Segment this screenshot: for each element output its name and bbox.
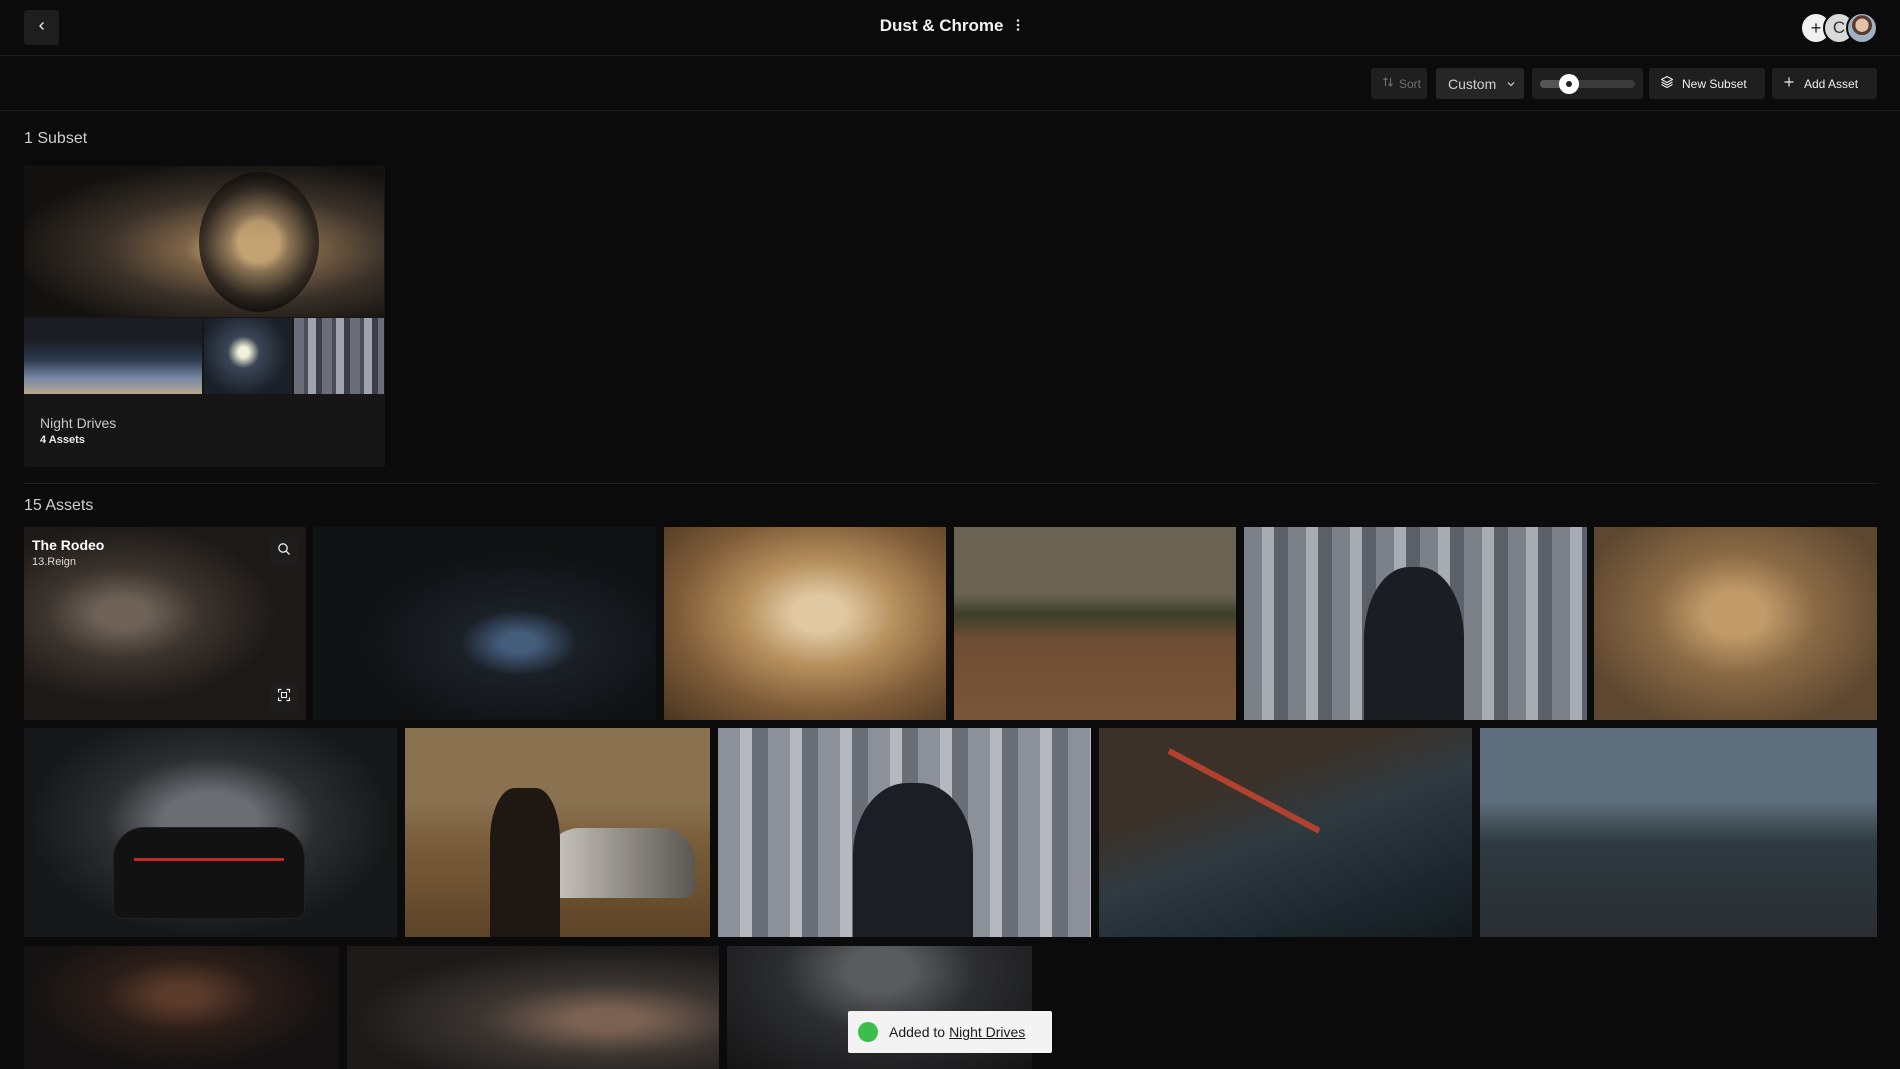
asset-tile[interactable] [1244, 527, 1587, 720]
add-asset-label: Add Asset [1804, 76, 1859, 91]
subset-thumbnail [294, 318, 384, 394]
asset-title: The Rodeo [32, 537, 105, 553]
asset-tile[interactable] [1594, 527, 1877, 720]
layers-icon [1660, 75, 1682, 92]
image-detail [545, 828, 695, 898]
top-bar: Dust & Chrome + C [0, 0, 1900, 56]
search-icon [277, 542, 291, 561]
asset-tile[interactable] [347, 946, 719, 1069]
page-title: Dust & Chrome [879, 16, 1004, 35]
asset-tile[interactable] [24, 946, 339, 1069]
add-asset-button[interactable]: Add Asset [1772, 68, 1877, 99]
subset-name: Night Drives [40, 415, 117, 431]
sort-order-value: Custom [1448, 75, 1497, 92]
image-detail [1364, 567, 1464, 720]
subset-thumbnail [204, 318, 292, 394]
asset-tile[interactable] [313, 527, 656, 720]
toast-subset-link[interactable]: Night Drives [949, 1024, 1025, 1040]
subset-card[interactable]: Night Drives 4 Assets [24, 166, 385, 467]
image-detail [134, 858, 284, 861]
plus-icon: + [1810, 17, 1822, 38]
image-detail [114, 828, 304, 918]
search-button[interactable] [270, 537, 298, 565]
asset-subtitle: 13.Reign [32, 556, 77, 568]
avatar-photo[interactable] [1846, 12, 1878, 44]
asset-tile[interactable] [405, 728, 710, 937]
subsets-heading: 1 Subset [24, 130, 88, 147]
subset-cover-image [24, 166, 384, 317]
toolbar: Sort Custom New Subset Add Asset [0, 57, 1900, 111]
page-title-wrap: Dust & Chrome [0, 16, 1900, 37]
collaborators: + C [1800, 12, 1878, 44]
asset-tile[interactable]: The Rodeo 13.Reign [24, 527, 306, 720]
image-detail [853, 783, 973, 937]
sort-order-select[interactable]: Custom [1436, 68, 1524, 99]
asset-tile[interactable] [954, 527, 1236, 720]
zoom-slider-track[interactable] [1540, 74, 1635, 94]
zoom-slider[interactable] [1532, 68, 1643, 99]
chevron-down-icon [1496, 76, 1516, 92]
more-options-icon[interactable] [1016, 17, 1020, 37]
zoom-slider-handle[interactable] [1558, 74, 1579, 94]
subset-asset-count: 4 Assets [40, 434, 85, 446]
subset-thumbnail [24, 318, 202, 394]
assets-heading: 15 Assets [24, 497, 94, 514]
new-subset-label: New Subset [1682, 76, 1747, 91]
plus-icon [1783, 76, 1804, 91]
cover-detail [199, 172, 319, 312]
sort-button[interactable]: Sort [1371, 68, 1427, 99]
sort-label: Sort [1399, 76, 1422, 91]
asset-tile[interactable] [664, 527, 946, 720]
focus-icon [277, 688, 291, 707]
new-subset-button[interactable]: New Subset [1649, 68, 1765, 99]
asset-tile[interactable] [1480, 728, 1877, 937]
success-icon [858, 1022, 878, 1042]
image-detail [1167, 748, 1321, 834]
toast-notification: Added to Night Drives [848, 1011, 1052, 1053]
asset-tile[interactable] [718, 728, 1091, 937]
sort-icon [1382, 76, 1399, 91]
asset-tile[interactable] [24, 728, 397, 937]
section-divider [24, 483, 1877, 484]
asset-tile[interactable] [1099, 728, 1472, 937]
image-detail [490, 788, 560, 937]
toast-message: Added to [889, 1024, 946, 1040]
fullscreen-button[interactable] [270, 683, 298, 711]
